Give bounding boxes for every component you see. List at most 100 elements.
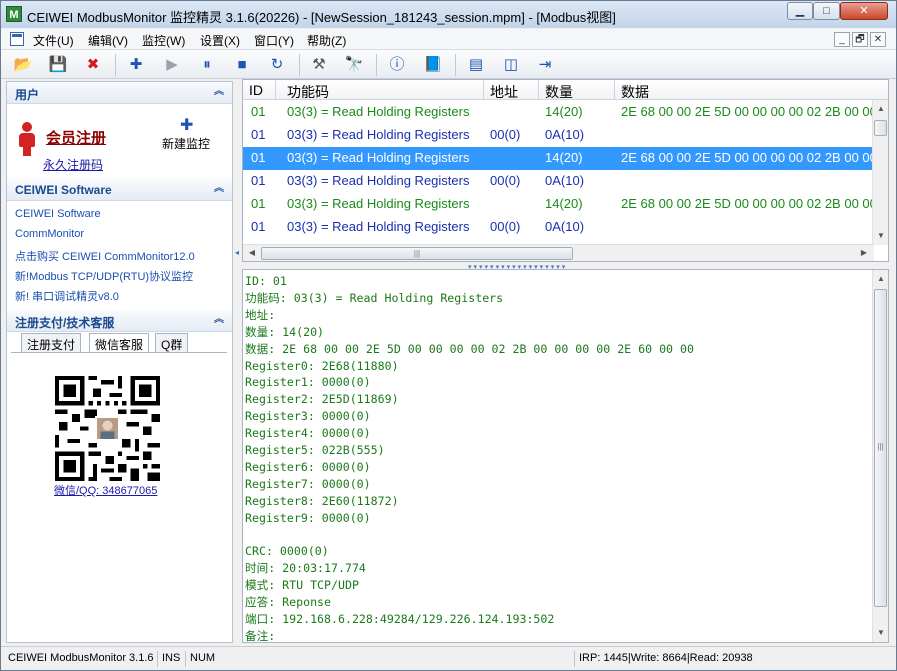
new-monitor-icon[interactable]: ✚ bbox=[180, 115, 193, 135]
tab-wechat-service[interactable]: 微信客服 bbox=[89, 333, 150, 353]
table-horizontal-thumb[interactable]: ||| bbox=[261, 247, 573, 260]
col-id[interactable]: ID bbox=[249, 82, 263, 98]
tab-divider bbox=[11, 352, 227, 353]
wechat-qq-link[interactable]: 微信/QQ: 348677065 bbox=[54, 482, 157, 498]
mdi-close-button[interactable]: ✕ bbox=[870, 32, 886, 47]
member-register-link[interactable]: 会员注册 bbox=[46, 127, 106, 148]
splitter-handle-horizontal[interactable]: ▾▾▾▾▾▾▾▾▾▾▾▾▾▾▾▾▾▾ bbox=[468, 263, 648, 271]
cell-addr: 00(0) bbox=[490, 219, 521, 234]
table-vertical-thumb[interactable] bbox=[874, 120, 887, 136]
table-row[interactable]: 01 03(3) = Read Holding Registers 14(20) 2E… bbox=[243, 101, 888, 124]
table-vertical-scrollbar[interactable]: ▲ ▼ bbox=[872, 100, 888, 245]
software-link-buy[interactable]: 点击购买 CEIWEI CommMonitor12.0 bbox=[15, 248, 195, 264]
packet-table: ID 功能码 地址 数量 数据 01 03(3) = Read Holding R… bbox=[242, 79, 889, 262]
refresh-icon[interactable]: ↻ bbox=[267, 55, 287, 75]
table-row[interactable]: 01 03(3) = Read Holding Registers 00(0) 0A(… bbox=[243, 124, 873, 147]
mdi-minimize-button[interactable]: _ bbox=[834, 32, 850, 47]
detail-line: Register3: 0000(0) bbox=[245, 409, 371, 424]
open-folder-icon[interactable]: 📂 bbox=[13, 55, 33, 75]
col-data[interactable]: 数据 bbox=[621, 82, 649, 102]
cell-id: 01 bbox=[251, 150, 266, 165]
cell-data: 2E 68 00 00 2E 5D 00 00 00 00 02 2B 00 0… bbox=[621, 104, 889, 119]
binoculars-icon[interactable]: 🔭 bbox=[344, 55, 364, 75]
mdi-restore-button[interactable]: 🗗 bbox=[852, 32, 868, 47]
menu-settings[interactable]: 设置(X) bbox=[200, 32, 240, 49]
detail-line: 端口: 192.168.6.228:49284/129.226.124.193:… bbox=[245, 612, 555, 627]
detail-vertical-scrollbar[interactable]: ▲ ||| ▼ bbox=[872, 270, 888, 642]
software-link-commmonitor[interactable]: CommMonitor bbox=[15, 228, 84, 240]
collapse-icon[interactable]: ︽ bbox=[212, 85, 226, 99]
table-row[interactable]: 01 03(3) = Read Holding Registers 00(0) 0A(… bbox=[243, 216, 873, 239]
new-monitor-button[interactable]: 新建监控 bbox=[162, 135, 210, 152]
packet-detail-view[interactable]: ID: 01 功能码: 03(3) = Read Holding Register… bbox=[242, 269, 889, 643]
detail-line: 备注: bbox=[245, 629, 276, 643]
software-link-modbus-tcp[interactable]: 新!Modbus TCP/UDP(RTU)协议监控 bbox=[15, 268, 193, 284]
menu-edit[interactable]: 编辑(V) bbox=[88, 32, 128, 49]
detail-line: Register0: 2E68(11880) bbox=[245, 358, 399, 373]
scroll-right-icon[interactable]: ▶ bbox=[857, 248, 871, 257]
document-window-icon[interactable] bbox=[10, 32, 24, 46]
table-row[interactable]: 01 03(3) = Read Holding Registers 00(0) 0A(… bbox=[243, 170, 873, 193]
table-row[interactable]: 01 03(3) = Read Holding Registers 14(20) 2E… bbox=[243, 147, 888, 170]
settings-tools-icon[interactable]: ⚒ bbox=[309, 55, 329, 75]
maximize-button[interactable]: □ bbox=[813, 2, 840, 20]
stop-icon[interactable]: ■ bbox=[232, 55, 252, 75]
detail-line: 功能码: 03(3) = Read Holding Registers bbox=[245, 290, 504, 305]
minimize-button[interactable]: ▁ bbox=[787, 2, 813, 20]
menu-window[interactable]: 窗口(Y) bbox=[254, 32, 294, 49]
col-quantity[interactable]: 数量 bbox=[545, 82, 573, 102]
scroll-down-icon[interactable]: ▼ bbox=[874, 628, 888, 637]
save-icon[interactable]: 💾 bbox=[48, 55, 68, 75]
tab-register-pay[interactable]: 注册支付 bbox=[21, 333, 82, 352]
scroll-up-icon[interactable]: ▲ bbox=[874, 274, 888, 283]
info-icon[interactable]: ⓘ bbox=[387, 55, 407, 75]
splitter-handle-icon[interactable]: ◂ bbox=[235, 248, 239, 257]
table-horizontal-scrollbar[interactable]: ◀ ||| ▶ bbox=[243, 244, 874, 261]
pause-icon[interactable]: ⏸ bbox=[197, 55, 217, 75]
table-header: ID 功能码 地址 数量 数据 bbox=[243, 80, 888, 102]
collapse-icon[interactable]: ︽ bbox=[212, 182, 226, 196]
table-row[interactable]: 01 03(3) = Read Holding Registers 14(20) 2E… bbox=[243, 193, 888, 216]
scroll-down-icon[interactable]: ▼ bbox=[874, 231, 888, 240]
user-section-header[interactable]: 用户 ︽ bbox=[7, 82, 232, 104]
exit-icon[interactable]: ⇥ bbox=[535, 55, 555, 75]
add-icon[interactable]: ✚ bbox=[126, 55, 146, 75]
detail-line: Register8: 2E60(11872) bbox=[245, 493, 399, 508]
close-button[interactable]: ✕ bbox=[840, 2, 888, 20]
collapse-icon[interactable]: ︽ bbox=[212, 313, 226, 327]
tab-qq-group[interactable]: Q群 bbox=[155, 333, 189, 352]
close-session-icon[interactable]: ✖ bbox=[83, 55, 103, 75]
cell-func: 03(3) = Read Holding Registers bbox=[287, 127, 470, 142]
scroll-up-icon[interactable]: ▲ bbox=[874, 104, 888, 113]
menu-file[interactable]: 文件(U) bbox=[33, 32, 74, 49]
cell-func: 03(3) = Read Holding Registers bbox=[287, 196, 470, 211]
software-link-ceiwei[interactable]: CEIWEI Software bbox=[15, 208, 101, 220]
toolbar-separator bbox=[455, 54, 456, 76]
software-section-header[interactable]: CEIWEI Software ︽ bbox=[7, 179, 232, 201]
layout-horizontal-icon[interactable]: ▤ bbox=[466, 55, 486, 75]
layout-vertical-icon[interactable]: ◫ bbox=[501, 55, 521, 75]
permanent-code-link[interactable]: 永久注册码 bbox=[43, 156, 103, 173]
menu-bar: 文件(U) 编辑(V) 监控(W) 设置(X) 窗口(Y) 帮助(Z) _ 🗗 … bbox=[1, 29, 896, 50]
menu-monitor[interactable]: 监控(W) bbox=[142, 32, 185, 49]
scroll-left-icon[interactable]: ◀ bbox=[245, 248, 259, 257]
support-section-header[interactable]: 注册支付/技术客服 ︽ bbox=[7, 310, 232, 332]
cell-func: 03(3) = Read Holding Registers bbox=[287, 104, 470, 119]
play-icon[interactable]: ▶ bbox=[162, 55, 182, 75]
detail-vertical-thumb[interactable]: ||| bbox=[874, 289, 887, 607]
menu-help[interactable]: 帮助(Z) bbox=[307, 32, 346, 49]
cell-qty: 14(20) bbox=[545, 150, 583, 165]
detail-line bbox=[245, 527, 694, 544]
detail-line: Register7: 0000(0) bbox=[245, 476, 371, 491]
status-app-version: CEIWEI ModbusMonitor 3.1.6 bbox=[8, 652, 154, 664]
detail-line: Register9: 0000(0) bbox=[245, 510, 371, 525]
status-io-stats: IRP: 1445|Write: 8664|Read: 20938 bbox=[574, 651, 757, 667]
col-address[interactable]: 地址 bbox=[490, 82, 518, 102]
col-function-code[interactable]: 功能码 bbox=[287, 82, 329, 102]
detail-line: 数据: 2E 68 00 00 2E 5D 00 00 00 00 02 2B … bbox=[245, 341, 694, 356]
software-link-serial[interactable]: 新! 串口调试精灵v8.0 bbox=[15, 288, 119, 304]
detail-line: 模式: RTU TCP/UDP bbox=[245, 578, 359, 593]
qr-code-icon bbox=[55, 376, 160, 481]
book-icon[interactable]: 📘 bbox=[423, 55, 443, 75]
status-ins: INS bbox=[157, 651, 184, 667]
